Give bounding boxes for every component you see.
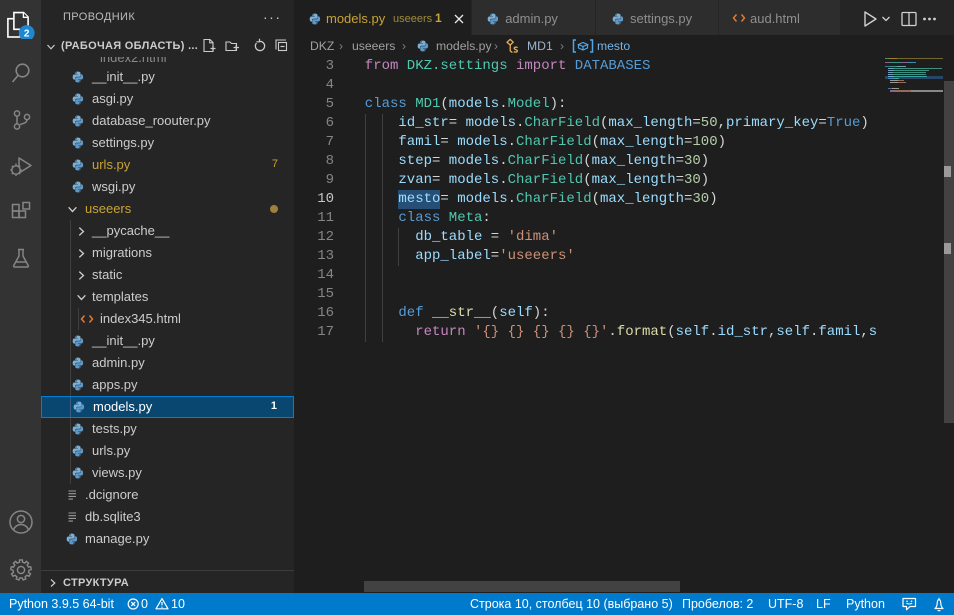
svg-text:2: 2 [23, 29, 29, 39]
